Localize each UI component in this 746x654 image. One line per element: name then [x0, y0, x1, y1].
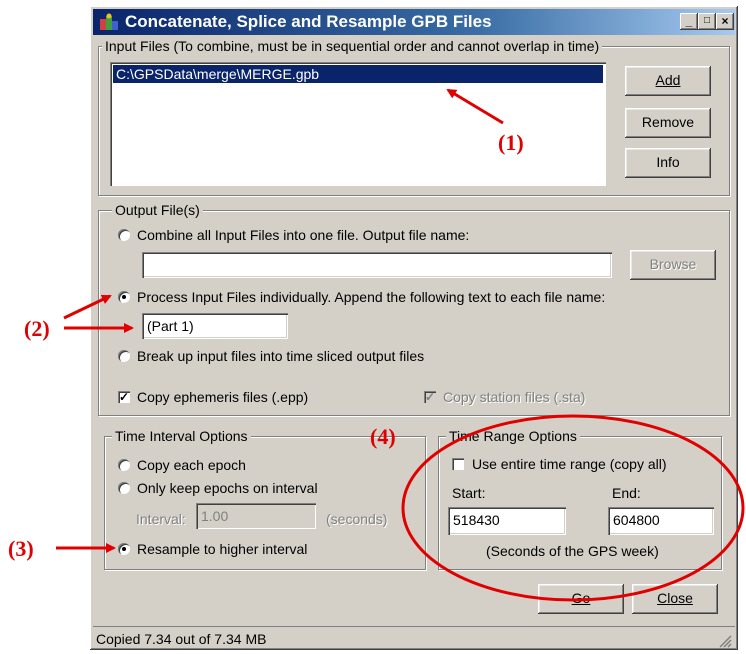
- annotation-label-3: (3): [8, 536, 34, 561]
- annotation-overlay: [56, 88, 745, 602]
- annotation-arrow-2a: [63, 294, 112, 320]
- annotation-label-4: (4): [370, 424, 396, 449]
- annotation-label-2: (2): [24, 316, 50, 341]
- annotation-arrow-1: [446, 88, 504, 125]
- annotation-label-1: (1): [498, 130, 524, 155]
- annotation-ellipse-4: [401, 414, 745, 602]
